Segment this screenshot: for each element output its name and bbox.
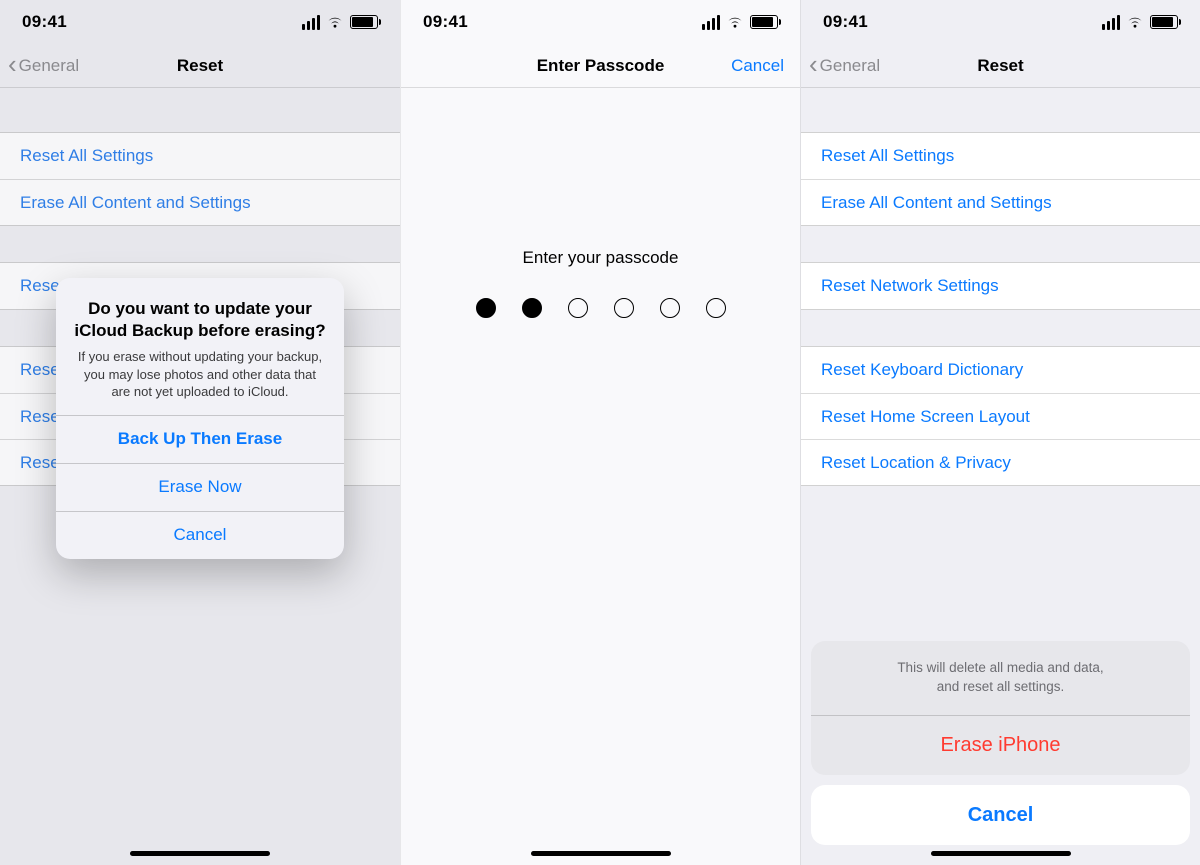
back-label: General — [820, 56, 880, 76]
status-time: 09:41 — [823, 12, 868, 32]
battery-icon — [1150, 15, 1178, 29]
battery-icon — [750, 15, 778, 29]
backup-alert: Do you want to update your iCloud Backup… — [56, 278, 344, 559]
passcode-dot-5 — [660, 298, 680, 318]
erase-now-button[interactable]: Erase Now — [56, 463, 344, 511]
passcode-dot-4 — [614, 298, 634, 318]
wifi-icon — [726, 15, 744, 29]
passcode-area: Enter your passcode — [401, 88, 800, 865]
cell-erase-all[interactable]: Erase All Content and Settings — [0, 179, 400, 225]
nav-bar: ‹General Reset — [0, 44, 400, 88]
home-indicator[interactable] — [531, 851, 671, 856]
cell-reset-all-settings[interactable]: Reset All Settings — [801, 133, 1200, 179]
wifi-icon — [326, 15, 344, 29]
status-time: 09:41 — [22, 12, 67, 32]
cell-reset-network[interactable]: Reset Network Settings — [801, 263, 1200, 309]
nav-bar: Enter Passcode Cancel — [401, 44, 800, 88]
nav-bar: ‹General Reset — [801, 44, 1200, 88]
alert-cancel-button[interactable]: Cancel — [56, 511, 344, 559]
status-bar: 09:41 — [0, 0, 400, 44]
screen-reset-confirm-sheet: 09:41 ‹General Reset Reset All Settings … — [800, 0, 1200, 865]
passcode-dot-3 — [568, 298, 588, 318]
passcode-dots — [401, 298, 800, 318]
passcode-prompt: Enter your passcode — [401, 248, 800, 268]
cell-reset-home[interactable]: Reset Home Screen Layout — [801, 393, 1200, 439]
status-time: 09:41 — [423, 12, 468, 32]
sheet-cancel-button[interactable]: Cancel — [811, 785, 1190, 845]
status-indicators — [302, 15, 378, 30]
battery-icon — [350, 15, 378, 29]
passcode-dot-1 — [476, 298, 496, 318]
home-indicator[interactable] — [931, 851, 1071, 856]
home-indicator[interactable] — [130, 851, 270, 856]
cellular-icon — [302, 15, 320, 30]
passcode-cancel-button[interactable]: Cancel — [731, 56, 784, 76]
status-indicators — [702, 15, 778, 30]
erase-iphone-button[interactable]: Erase iPhone — [811, 715, 1190, 775]
erase-action-sheet: This will delete all media and data, and… — [811, 641, 1190, 845]
status-bar: 09:41 — [401, 0, 800, 44]
screen-enter-passcode: 09:41 Enter Passcode Cancel Enter your p… — [400, 0, 800, 865]
nav-title: Reset — [977, 56, 1023, 76]
status-bar: 09:41 — [801, 0, 1200, 44]
cell-reset-keyboard[interactable]: Reset Keyboard Dictionary — [801, 347, 1200, 393]
back-button[interactable]: ‹General — [8, 56, 79, 76]
sheet-message: This will delete all media and data, and… — [811, 641, 1190, 715]
alert-message: If you erase without updating your backu… — [74, 348, 326, 401]
cellular-icon — [702, 15, 720, 30]
status-indicators — [1102, 15, 1178, 30]
nav-title: Enter Passcode — [537, 56, 665, 76]
cell-reset-all-settings[interactable]: Reset All Settings — [0, 133, 400, 179]
screen-reset-backup-alert: 09:41 ‹General Reset Reset All Settings … — [0, 0, 400, 865]
passcode-dot-2 — [522, 298, 542, 318]
wifi-icon — [1126, 15, 1144, 29]
back-button[interactable]: ‹General — [809, 56, 880, 76]
passcode-dot-6 — [706, 298, 726, 318]
alert-title: Do you want to update your iCloud Backup… — [74, 298, 326, 342]
cellular-icon — [1102, 15, 1120, 30]
nav-title: Reset — [177, 56, 223, 76]
cell-erase-all[interactable]: Erase All Content and Settings — [801, 179, 1200, 225]
cell-reset-location[interactable]: Reset Location & Privacy — [801, 439, 1200, 485]
back-label: General — [19, 56, 79, 76]
backup-then-erase-button[interactable]: Back Up Then Erase — [56, 415, 344, 463]
